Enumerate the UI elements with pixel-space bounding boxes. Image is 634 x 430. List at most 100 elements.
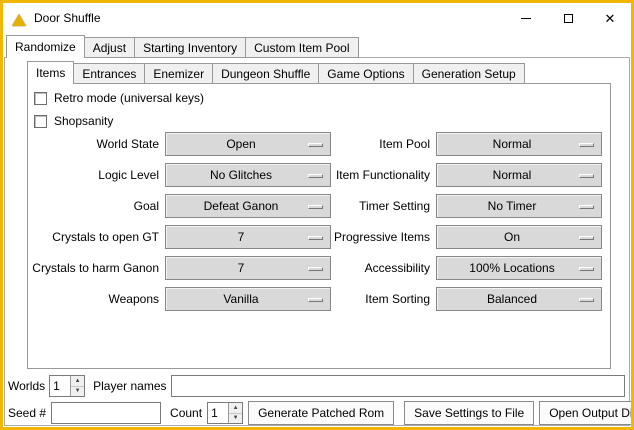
item-pool-value: Normal	[493, 137, 546, 151]
retro-mode-checkbox[interactable]	[34, 92, 47, 105]
logic-level-label: Logic Level	[30, 168, 165, 182]
seed-input[interactable]	[51, 402, 161, 424]
tab-items[interactable]: Items	[27, 61, 74, 84]
maximize-button[interactable]	[547, 3, 589, 33]
form-row: Crystals to harm Ganon 7 Accessibility 1…	[30, 256, 602, 280]
dropdown-indicator-icon	[308, 298, 323, 302]
spin-up-icon[interactable]: ▲	[229, 403, 242, 414]
worlds-spinbox: ▲ ▼	[49, 375, 85, 397]
progressive-items-value: On	[504, 230, 534, 244]
app-icon	[11, 10, 27, 26]
spin-up-icon[interactable]: ▲	[71, 376, 84, 387]
form-row: Logic Level No Glitches Item Functionali…	[30, 163, 602, 187]
maximize-icon	[564, 14, 573, 23]
logic-level-value: No Glitches	[210, 168, 286, 182]
crystals-harm-ganon-label: Crystals to harm Ganon	[30, 261, 165, 275]
crystals-open-gt-value: 7	[238, 230, 259, 244]
tab-adjust[interactable]: Adjust	[84, 37, 135, 58]
dropdown-indicator-icon	[579, 236, 594, 240]
save-settings-button[interactable]: Save Settings to File	[404, 401, 534, 425]
dropdown-indicator-icon	[308, 236, 323, 240]
shopsanity-row: Shopsanity	[34, 114, 113, 128]
minimize-button[interactable]	[505, 3, 547, 33]
world-state-dropdown[interactable]: Open	[165, 132, 331, 156]
item-sorting-label: Item Sorting	[331, 292, 436, 306]
dropdown-indicator-icon	[579, 267, 594, 271]
progressive-items-label: Progressive Items	[331, 230, 436, 244]
spin-down-icon[interactable]: ▼	[71, 387, 84, 397]
dropdown-indicator-icon	[579, 174, 594, 178]
form-row: Weapons Vanilla Item Sorting Balanced	[30, 287, 602, 311]
world-state-label: World State	[30, 137, 165, 151]
crystals-open-gt-dropdown[interactable]: 7	[165, 225, 331, 249]
accessibility-value: 100% Locations	[469, 261, 568, 275]
tab-enemizer[interactable]: Enemizer	[144, 63, 213, 84]
crystals-harm-ganon-value: 7	[238, 261, 259, 275]
titlebar: Door Shuffle ✕	[3, 3, 631, 33]
dropdown-indicator-icon	[308, 205, 323, 209]
tab-randomize[interactable]: Randomize	[6, 35, 85, 58]
world-state-value: Open	[226, 137, 269, 151]
dropdown-indicator-icon	[308, 267, 323, 271]
worlds-input[interactable]	[50, 376, 70, 396]
item-functionality-dropdown[interactable]: Normal	[436, 163, 602, 187]
worlds-spin-buttons: ▲ ▼	[70, 376, 84, 396]
player-names-input[interactable]	[171, 375, 626, 397]
main-tab-bar: Randomize Adjust Starting Inventory Cust…	[6, 35, 358, 58]
weapons-value: Vanilla	[223, 292, 272, 306]
retro-mode-label: Retro mode (universal keys)	[54, 91, 204, 105]
count-spinbox: ▲ ▼	[207, 402, 243, 424]
goal-value: Defeat Ganon	[204, 199, 293, 213]
item-sorting-dropdown[interactable]: Balanced	[436, 287, 602, 311]
window-controls: ✕	[505, 3, 631, 33]
items-tab-panel: Retro mode (universal keys) Shopsanity W…	[27, 83, 611, 369]
dropdown-indicator-icon	[308, 143, 323, 147]
worlds-label: Worlds	[8, 379, 45, 393]
item-sorting-value: Balanced	[487, 292, 551, 306]
form-row: Goal Defeat Ganon Timer Setting No Timer	[30, 194, 602, 218]
tab-entrances[interactable]: Entrances	[73, 63, 145, 84]
timer-setting-value: No Timer	[488, 199, 551, 213]
close-button[interactable]: ✕	[589, 3, 631, 33]
tab-custom-item-pool[interactable]: Custom Item Pool	[245, 37, 358, 58]
accessibility-dropdown[interactable]: 100% Locations	[436, 256, 602, 280]
item-pool-label: Item Pool	[331, 137, 436, 151]
retro-mode-row: Retro mode (universal keys)	[34, 91, 204, 105]
seed-label: Seed #	[8, 406, 46, 420]
item-functionality-value: Normal	[493, 168, 546, 182]
crystals-harm-ganon-dropdown[interactable]: 7	[165, 256, 331, 280]
shopsanity-label: Shopsanity	[54, 114, 113, 128]
tab-game-options[interactable]: Game Options	[318, 63, 413, 84]
dropdown-indicator-icon	[308, 174, 323, 178]
count-input[interactable]	[208, 403, 228, 423]
item-pool-dropdown[interactable]: Normal	[436, 132, 602, 156]
count-label: Count	[170, 406, 202, 420]
timer-setting-dropdown[interactable]: No Timer	[436, 194, 602, 218]
tab-dungeon-shuffle[interactable]: Dungeon Shuffle	[212, 63, 319, 84]
sub-tab-bar: Items Entrances Enemizer Dungeon Shuffle…	[27, 61, 524, 84]
worlds-row: Worlds ▲ ▼ Player names	[8, 375, 625, 397]
open-output-directory-button[interactable]: Open Output Directory	[539, 401, 634, 425]
dropdown-indicator-icon	[579, 205, 594, 209]
crystals-open-gt-label: Crystals to open GT	[30, 230, 165, 244]
generate-patched-rom-button[interactable]: Generate Patched Rom	[248, 401, 394, 425]
weapons-label: Weapons	[30, 292, 165, 306]
goal-dropdown[interactable]: Defeat Ganon	[165, 194, 331, 218]
tab-generation-setup[interactable]: Generation Setup	[413, 63, 525, 84]
weapons-dropdown[interactable]: Vanilla	[165, 287, 331, 311]
count-spin-buttons: ▲ ▼	[228, 403, 242, 423]
goal-label: Goal	[30, 199, 165, 213]
progressive-items-dropdown[interactable]: On	[436, 225, 602, 249]
form-row: World State Open Item Pool Normal	[30, 132, 602, 156]
accessibility-label: Accessibility	[331, 261, 436, 275]
form-row: Crystals to open GT 7 Progressive Items …	[30, 225, 602, 249]
logic-level-dropdown[interactable]: No Glitches	[165, 163, 331, 187]
dropdown-indicator-icon	[579, 143, 594, 147]
spin-down-icon[interactable]: ▼	[229, 414, 242, 424]
close-icon: ✕	[605, 12, 616, 25]
item-functionality-label: Item Functionality	[331, 168, 436, 182]
tab-starting-inventory[interactable]: Starting Inventory	[134, 37, 246, 58]
dropdown-indicator-icon	[579, 298, 594, 302]
shopsanity-checkbox[interactable]	[34, 115, 47, 128]
minimize-icon	[521, 18, 531, 19]
